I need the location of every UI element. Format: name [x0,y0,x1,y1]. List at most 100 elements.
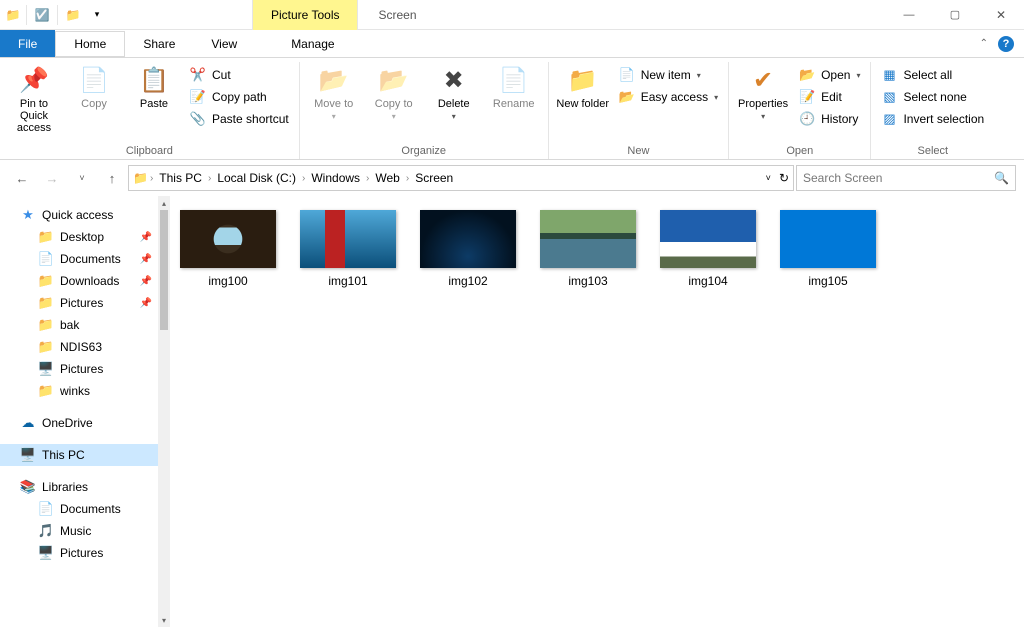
history-button[interactable]: 🕘History [795,110,864,128]
pin-label: Pin to Quick access [6,98,62,134]
file-item[interactable]: img102 [420,210,516,288]
context-tab-picture-tools[interactable]: Picture Tools [252,0,358,30]
file-item[interactable]: img105 [780,210,876,288]
paste-button[interactable]: 📋 Paste [126,62,182,110]
open-icon: 📂 [799,67,815,83]
sidebar-lib-pictures[interactable]: 🖥️Pictures [0,542,158,564]
breadcrumb[interactable]: Windows [307,171,364,185]
sidebar-item-desktop[interactable]: 📁Desktop📌 [0,226,158,248]
properties-icon: ✔ [747,64,779,96]
qat-customize-icon[interactable]: ▾ [86,4,108,26]
chevron-right-icon[interactable]: › [150,173,153,184]
breadcrumb[interactable]: This PC [155,171,206,185]
new-item-button[interactable]: 📄New item ▾ [615,66,722,84]
qat-properties-icon[interactable]: ☑️ [31,4,53,26]
sidebar-onedrive[interactable]: ☁OneDrive [0,412,158,434]
properties-button[interactable]: ✔ Properties ▾ [735,62,791,121]
sidebar-item-pictures[interactable]: 📁Pictures📌 [0,292,158,314]
delete-button[interactable]: ✖ Delete ▾ [426,62,482,121]
tab-share[interactable]: Share [125,30,193,57]
qat-newfolder-icon[interactable]: 📁 [62,4,84,26]
sidebar-item-downloads[interactable]: 📁Downloads📌 [0,270,158,292]
sidebar-item-pictures2[interactable]: 🖥️Pictures [0,358,158,380]
chevron-right-icon[interactable]: › [406,173,409,184]
invert-selection-button[interactable]: ▨Invert selection [877,110,988,128]
forward-button[interactable]: → [38,164,66,192]
address-bar[interactable]: 📁 › This PC › Local Disk (C:) › Windows … [128,165,794,191]
select-none-button[interactable]: ▧Select none [877,88,988,106]
folder-icon: 📁 [38,383,54,399]
sidebar-item-bak[interactable]: 📁bak [0,314,158,336]
folder-icon: 📁 [38,273,54,289]
scroll-thumb[interactable] [160,210,168,330]
group-new: 📁 New folder 📄New item ▾ 📂Easy access ▾ … [549,62,729,159]
easy-access-button[interactable]: 📂Easy access ▾ [615,88,722,106]
up-button[interactable]: ↑ [98,164,126,192]
sidebar-label: Libraries [42,480,88,494]
rename-button[interactable]: 📄 Rename [486,62,542,110]
search-input[interactable]: Search Screen 🔍 [796,165,1016,191]
sidebar-item-winks[interactable]: 📁winks [0,380,158,402]
pin-to-quick-access-button[interactable]: 📌 Pin to Quick access [6,62,62,134]
new-folder-button[interactable]: 📁 New folder [555,62,611,110]
tab-manage[interactable]: Manage [273,30,352,57]
breadcrumb[interactable]: Web [371,171,403,185]
tab-home[interactable]: Home [55,31,125,58]
file-item[interactable]: img104 [660,210,756,288]
sidebar-scrollbar[interactable]: ▴ ▾ [158,196,170,627]
this-pc-icon: 🖥️ [20,447,36,463]
file-name: img105 [808,274,847,288]
sidebar-quick-access[interactable]: ★Quick access [0,204,158,226]
group-label-select: Select [877,143,988,159]
open-button[interactable]: 📂Open ▾ [795,66,864,84]
delete-label: Delete [438,98,470,110]
chevron-right-icon[interactable]: › [208,173,211,184]
close-button[interactable] [978,0,1024,30]
sidebar-lib-documents[interactable]: 📄Documents [0,498,158,520]
file-item[interactable]: img103 [540,210,636,288]
back-button[interactable]: ← [8,164,36,192]
sidebar-label: Quick access [42,208,113,222]
folder-icon: 📁 [38,229,54,245]
copy-button[interactable]: 📄 Copy [66,62,122,110]
move-to-button[interactable]: 📂 Move to ▾ [306,62,362,121]
sidebar-item-documents[interactable]: 📄Documents📌 [0,248,158,270]
search-placeholder: Search Screen [803,171,882,185]
breadcrumb[interactable]: Local Disk (C:) [213,171,300,185]
collapse-ribbon-icon[interactable]: ⌃ [980,38,988,49]
pin-icon: 📌 [18,64,50,96]
copy-label: Copy [81,98,107,110]
chevron-right-icon[interactable]: › [366,173,369,184]
sidebar-this-pc[interactable]: 🖥️This PC [0,444,158,466]
help-icon[interactable]: ? [998,36,1014,52]
breadcrumb[interactable]: Screen [411,171,457,185]
sidebar-libraries[interactable]: 📚Libraries [0,476,158,498]
file-item[interactable]: img101 [300,210,396,288]
pin-icon: 📌 [140,298,152,309]
chevron-right-icon[interactable]: › [302,173,305,184]
divider [57,5,58,25]
minimize-button[interactable] [886,0,932,30]
scroll-down-button[interactable]: ▾ [158,613,170,627]
file-item[interactable]: img100 [180,210,276,288]
sidebar-lib-music[interactable]: 🎵Music [0,520,158,542]
group-label-open: Open [735,143,864,159]
chevron-down-icon: ▾ [856,71,860,80]
paste-shortcut-button[interactable]: 📎Paste shortcut [186,110,293,128]
recent-locations-button[interactable]: ˅ [68,164,96,192]
file-list[interactable]: img100 img101 img102 img103 img104 img10… [170,196,1024,627]
copy-path-button[interactable]: 📝Copy path [186,88,293,106]
scroll-up-button[interactable]: ▴ [158,196,170,210]
refresh-button[interactable]: ↻ [779,171,789,185]
select-all-button[interactable]: ▦Select all [877,66,988,84]
sidebar-item-ndis63[interactable]: 📁NDIS63 [0,336,158,358]
edit-button[interactable]: 📝Edit [795,88,864,106]
tab-file[interactable]: File [0,30,55,57]
select-none-label: Select none [903,90,966,104]
maximize-button[interactable] [932,0,978,30]
tab-view[interactable]: View [193,30,255,57]
address-dropdown-button[interactable]: ˅ [766,173,771,183]
copy-to-button[interactable]: 📂 Copy to ▾ [366,62,422,121]
cut-button[interactable]: ✂️Cut [186,66,293,84]
scroll-track[interactable] [158,330,170,613]
